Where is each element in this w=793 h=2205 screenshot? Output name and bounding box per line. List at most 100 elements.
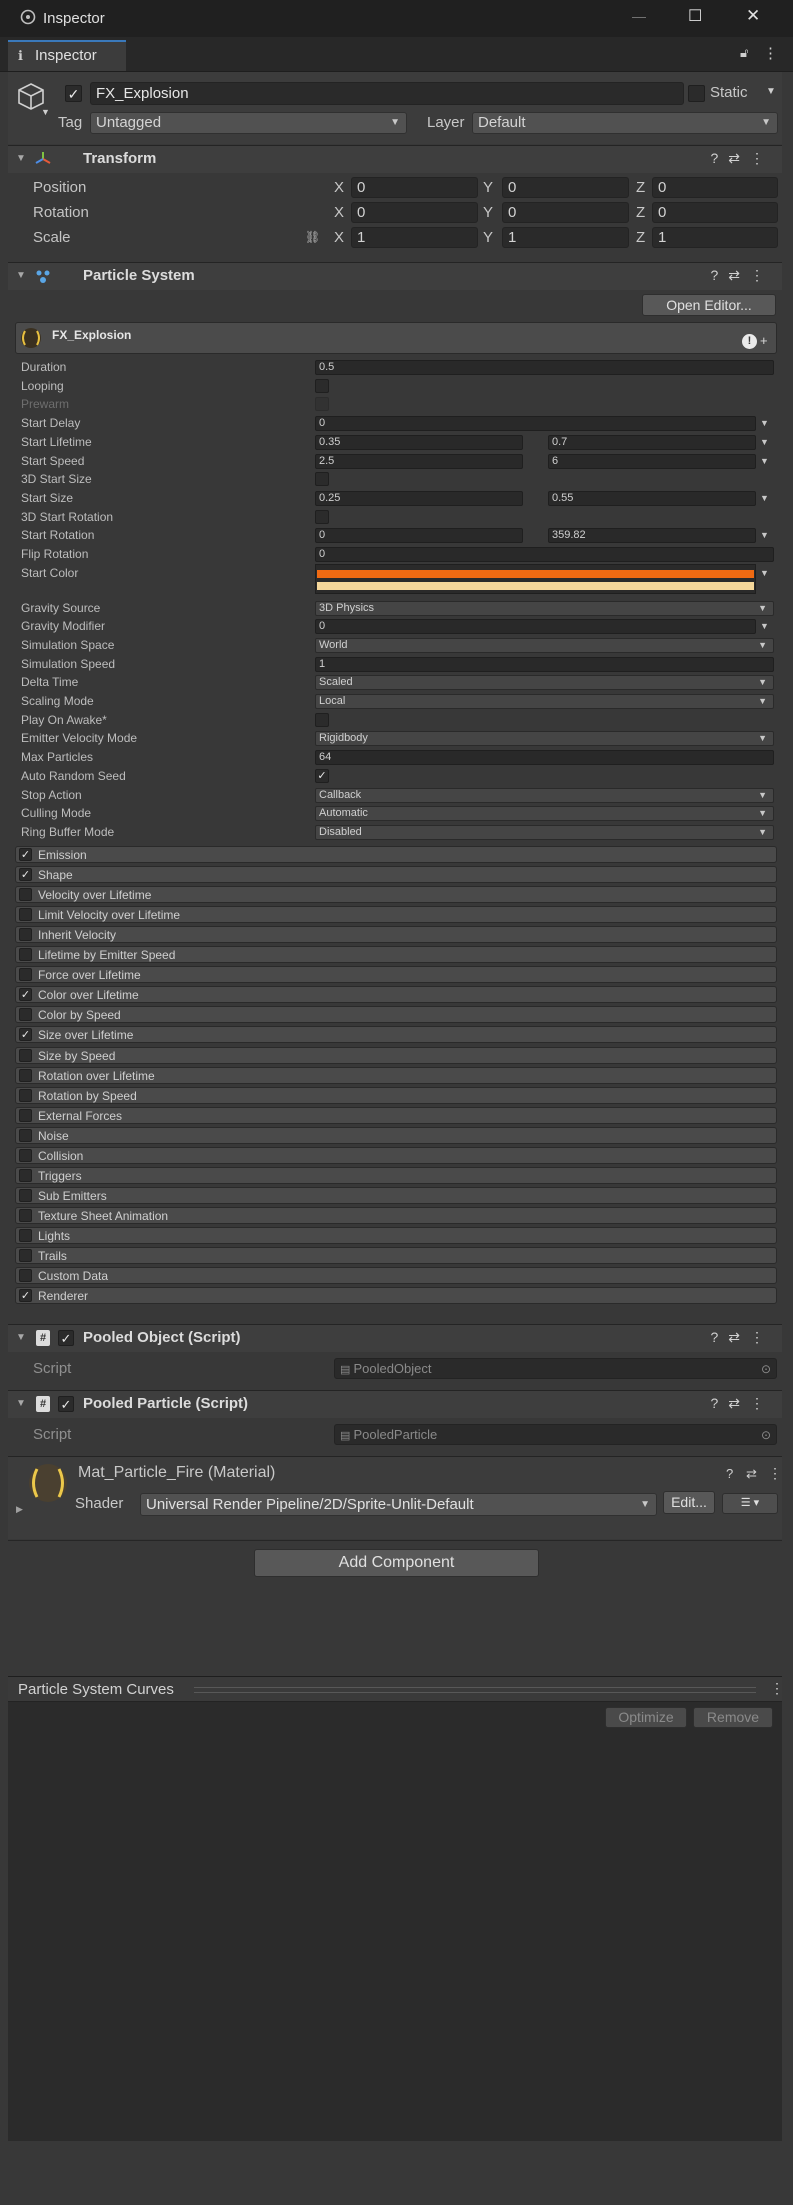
curves-header[interactable]: Particle System Curves ⋮ bbox=[8, 1677, 784, 1702]
module-row[interactable]: Sub Emitters bbox=[15, 1187, 777, 1204]
module-row[interactable]: Limit Velocity over Lifetime bbox=[15, 906, 777, 923]
component-header-icons[interactable]: ?⇄⋮ bbox=[710, 1329, 774, 1346]
tag-dropdown[interactable]: Untagged ▼ bbox=[90, 112, 407, 134]
module-enabled-checkbox[interactable] bbox=[19, 1069, 32, 1082]
ps-prop-max-field[interactable]: 6 bbox=[548, 454, 756, 469]
particle-system-header[interactable]: ▼ Particle System ?⇄⋮ bbox=[8, 262, 782, 290]
start-color-gradient[interactable] bbox=[315, 564, 756, 594]
module-enabled-checkbox[interactable]: ✓ bbox=[19, 1289, 32, 1302]
particle-subsystem-header[interactable]: FX_Explosion ! + bbox=[15, 322, 777, 354]
add-icon[interactable]: + bbox=[760, 333, 768, 348]
lock-icon[interactable]: 🔓︎ bbox=[740, 45, 748, 61]
ps-prop-checkbox[interactable] bbox=[315, 510, 329, 524]
ps-prop-max-field[interactable]: 0.55 bbox=[548, 491, 756, 506]
ps-prop-dropdown[interactable]: Scaled ▼ bbox=[315, 675, 774, 690]
transform-z-field[interactable]: 0 bbox=[652, 177, 778, 198]
module-row[interactable]: Lifetime by Emitter Speed bbox=[15, 946, 777, 963]
module-enabled-checkbox[interactable] bbox=[19, 1229, 32, 1242]
component-header-icons[interactable]: ?⇄⋮ bbox=[710, 1395, 774, 1412]
kebab-menu-icon[interactable]: ⋮ bbox=[768, 1465, 782, 1482]
curve-mode-dropdown-icon[interactable]: ▼ bbox=[760, 437, 769, 447]
layer-dropdown[interactable]: Default ▼ bbox=[472, 112, 778, 134]
module-row[interactable]: Custom Data bbox=[15, 1267, 777, 1284]
curve-mode-dropdown-icon[interactable]: ▼ bbox=[760, 418, 769, 428]
preset-icon[interactable]: ⇄ bbox=[746, 1466, 757, 1482]
pooled-object-enabled-checkbox[interactable]: ✓ bbox=[58, 1330, 74, 1346]
module-row[interactable]: Rotation over Lifetime bbox=[15, 1067, 777, 1084]
kebab-menu-icon[interactable]: ⋮ bbox=[763, 44, 778, 62]
ps-prop-min-field[interactable]: 0 bbox=[315, 528, 523, 543]
close-icon[interactable]: ✕ bbox=[746, 6, 760, 26]
static-checkbox[interactable] bbox=[688, 85, 705, 102]
ps-prop-field[interactable]: 0 bbox=[315, 416, 756, 431]
module-row[interactable]: Force over Lifetime bbox=[15, 966, 777, 983]
module-enabled-checkbox[interactable] bbox=[19, 1189, 32, 1202]
add-component-button[interactable]: Add Component bbox=[254, 1549, 539, 1577]
module-row[interactable]: Trails bbox=[15, 1247, 777, 1264]
transform-z-field[interactable]: 1 bbox=[652, 227, 778, 248]
open-editor-button[interactable]: Open Editor... bbox=[642, 294, 776, 316]
ps-prop-dropdown[interactable]: Disabled ▼ bbox=[315, 825, 774, 840]
help-icon[interactable]: ? bbox=[726, 1466, 733, 1481]
ps-prop-checkbox[interactable] bbox=[315, 713, 329, 727]
module-enabled-checkbox[interactable]: ✓ bbox=[19, 848, 32, 861]
module-enabled-checkbox[interactable] bbox=[19, 1109, 32, 1122]
module-row[interactable]: Velocity over Lifetime bbox=[15, 886, 777, 903]
pooled-particle-header[interactable]: ▼ # ✓ Pooled Particle (Script) ?⇄⋮ bbox=[8, 1390, 782, 1418]
module-row[interactable]: Texture Sheet Animation bbox=[15, 1207, 777, 1224]
module-row[interactable]: ✓ Shape bbox=[15, 866, 777, 883]
foldout-arrow-icon[interactable]: ▼ bbox=[16, 270, 26, 281]
transform-header[interactable]: ▼ Transform ?⇄⋮ bbox=[8, 145, 782, 173]
module-row[interactable]: ✓ Renderer bbox=[15, 1287, 777, 1304]
curve-mode-dropdown-icon[interactable]: ▼ bbox=[760, 456, 769, 466]
foldout-arrow-icon[interactable]: ▼ bbox=[16, 153, 26, 164]
module-row[interactable]: Inherit Velocity bbox=[15, 926, 777, 943]
ps-prop-max-field[interactable]: 0.7 bbox=[548, 435, 756, 450]
shader-edit-button[interactable]: Edit... bbox=[663, 1491, 715, 1514]
static-dropdown-icon[interactable]: ▼ bbox=[766, 86, 776, 97]
ps-prop-dropdown[interactable]: World ▼ bbox=[315, 638, 774, 653]
component-header-icons[interactable]: ?⇄⋮ bbox=[710, 267, 774, 284]
curve-mode-dropdown-icon[interactable]: ▼ bbox=[760, 621, 769, 631]
component-header-icons[interactable]: ?⇄⋮ bbox=[710, 150, 774, 167]
curve-mode-dropdown-icon[interactable]: ▼ bbox=[760, 568, 769, 578]
module-enabled-checkbox[interactable] bbox=[19, 908, 32, 921]
module-row[interactable]: External Forces bbox=[15, 1107, 777, 1124]
module-enabled-checkbox[interactable] bbox=[19, 1269, 32, 1282]
module-row[interactable]: Color by Speed bbox=[15, 1006, 777, 1023]
module-enabled-checkbox[interactable]: ✓ bbox=[19, 868, 32, 881]
object-picker-icon[interactable]: ⊙ bbox=[761, 1359, 771, 1378]
transform-z-field[interactable]: 0 bbox=[652, 202, 778, 223]
transform-x-field[interactable]: 1 bbox=[351, 227, 478, 248]
ps-prop-checkbox[interactable] bbox=[315, 397, 329, 411]
ps-prop-dropdown[interactable]: Automatic ▼ bbox=[315, 806, 774, 821]
module-row[interactable]: Noise bbox=[15, 1127, 777, 1144]
module-row[interactable]: Triggers bbox=[15, 1167, 777, 1184]
ps-prop-checkbox[interactable] bbox=[315, 379, 329, 393]
module-enabled-checkbox[interactable] bbox=[19, 888, 32, 901]
shader-options-button[interactable]: ☰ ▾ bbox=[722, 1493, 778, 1514]
module-row[interactable]: ✓ Emission bbox=[15, 846, 777, 863]
curve-mode-dropdown-icon[interactable]: ▼ bbox=[760, 493, 769, 503]
ps-prop-field[interactable]: 0 bbox=[315, 547, 774, 562]
ps-prop-field[interactable]: 1 bbox=[315, 657, 774, 672]
transform-y-field[interactable]: 0 bbox=[502, 177, 629, 198]
module-row[interactable]: ✓ Size over Lifetime bbox=[15, 1026, 777, 1043]
module-enabled-checkbox[interactable]: ✓ bbox=[19, 988, 32, 1001]
object-picker-icon[interactable]: ⊙ bbox=[761, 1425, 771, 1444]
remove-button[interactable]: Remove bbox=[693, 1707, 773, 1728]
ps-prop-field[interactable]: 64 bbox=[315, 750, 774, 765]
material-foldout-icon[interactable]: ▶ bbox=[16, 1504, 23, 1515]
pooled-object-header[interactable]: ▼ # ✓ Pooled Object (Script) ?⇄⋮ bbox=[8, 1324, 782, 1352]
module-enabled-checkbox[interactable] bbox=[19, 1169, 32, 1182]
module-enabled-checkbox[interactable] bbox=[19, 1149, 32, 1162]
maximize-icon[interactable]: ☐ bbox=[688, 6, 702, 26]
material-preview[interactable] bbox=[28, 1463, 68, 1503]
ps-prop-min-field[interactable]: 2.5 bbox=[315, 454, 523, 469]
module-row[interactable]: Size by Speed bbox=[15, 1047, 777, 1064]
ps-prop-checkbox[interactable] bbox=[315, 472, 329, 486]
transform-y-field[interactable]: 0 bbox=[502, 202, 629, 223]
ps-prop-dropdown[interactable]: Local ▼ bbox=[315, 694, 774, 709]
module-enabled-checkbox[interactable] bbox=[19, 948, 32, 961]
module-enabled-checkbox[interactable] bbox=[19, 1209, 32, 1222]
